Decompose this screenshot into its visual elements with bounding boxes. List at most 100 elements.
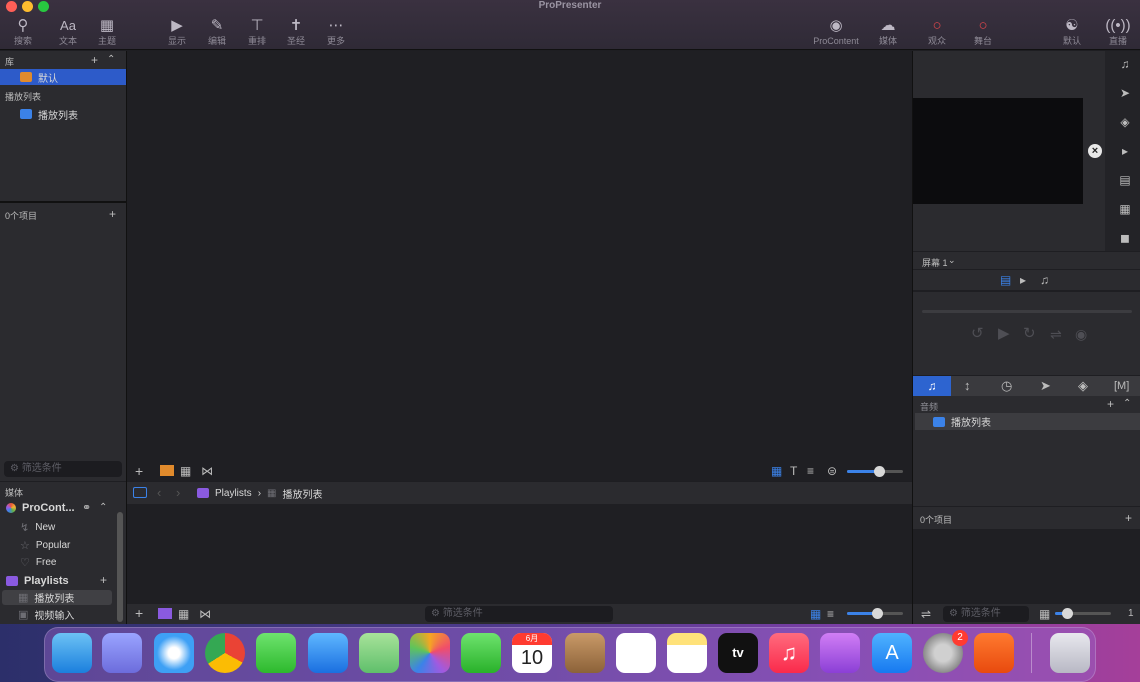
play-icon[interactable]: ▶ <box>998 326 1010 341</box>
layers-icon[interactable]: ◈ <box>1118 115 1132 129</box>
calendar-icon[interactable]: 6月 10 <box>512 633 552 673</box>
app-store-icon[interactable]: A <box>872 633 912 673</box>
text-button[interactable]: Aa 文本 <box>48 16 88 47</box>
rewind-icon[interactable]: ↺ <box>971 326 984 341</box>
announcement-tab-icon[interactable]: ▸ <box>1020 273 1026 287</box>
apple-tv-icon[interactable]: tv <box>718 633 758 673</box>
slides-tab-icon[interactable]: ▤ <box>1000 273 1011 287</box>
chevron-down-icon[interactable]: ⌄ <box>948 255 956 266</box>
media-sidebar-scrollbar[interactable] <box>117 512 123 622</box>
propresenter-icon[interactable] <box>974 633 1014 673</box>
layers-icon[interactable]: ◈ <box>1078 379 1088 393</box>
sidebar-toggle-icon[interactable] <box>133 487 147 498</box>
audio-tab-icon[interactable]: ♫ <box>1040 273 1049 287</box>
media-zoom-slider[interactable] <box>847 608 903 619</box>
notes-icon[interactable] <box>667 633 707 673</box>
bible-button[interactable]: ✝ 圣经 <box>276 16 316 47</box>
audio-filter-input[interactable]: ⚙ 筛选条件 <box>943 606 1029 622</box>
chrome-icon[interactable] <box>205 633 245 673</box>
marker-icon[interactable]: ◉ <box>1075 327 1087 341</box>
timer-icon[interactable]: ◷ <box>1001 379 1012 393</box>
bowtie-icon[interactable]: ⋈ <box>201 464 213 478</box>
contacts-icon[interactable] <box>565 633 605 673</box>
media-button[interactable]: ☁ 媒体 <box>868 16 908 47</box>
add-slide-button[interactable]: + <box>135 464 143 478</box>
search-button[interactable]: ⚲ 搜索 <box>3 16 43 47</box>
media-item-new[interactable]: ↯ New <box>20 519 55 535</box>
show-button[interactable]: ▶ 显示 <box>157 16 197 47</box>
reflow-button[interactable]: ⊤ 重排 <box>237 16 277 47</box>
playlist-item[interactable]: 播放列表 <box>20 106 78 122</box>
theme-button[interactable]: ▦ 主题 <box>87 16 127 47</box>
audio-tab[interactable]: ♫ <box>913 376 951 396</box>
live-button[interactable]: ((•)) 直播 <box>1098 16 1138 47</box>
collapse-audio-icon[interactable]: ⌃ <box>1123 397 1131 411</box>
maps-icon[interactable] <box>359 633 399 673</box>
clear-close-icon[interactable]: × <box>1088 144 1102 158</box>
list-view-icon[interactable]: ≡ <box>827 607 834 621</box>
safari-icon[interactable] <box>154 633 194 673</box>
zoom-fit-icon[interactable]: ⊜ <box>827 464 837 478</box>
music-note-icon[interactable]: ♫ <box>1118 57 1132 71</box>
macro-icon[interactable]: [M] <box>1114 379 1129 393</box>
launchpad-icon[interactable] <box>102 633 142 673</box>
checker-icon[interactable]: ▦ <box>178 607 189 621</box>
trash-icon[interactable] <box>1050 633 1090 673</box>
checker-icon[interactable]: ▦ <box>180 464 191 478</box>
list-view-icon[interactable]: ≡ <box>807 464 814 478</box>
announcement-icon[interactable]: ▸ <box>1118 144 1132 158</box>
audio-volume-slider[interactable] <box>1055 608 1111 619</box>
transport-progress[interactable] <box>922 310 1132 313</box>
music-icon[interactable]: ♫ <box>769 633 809 673</box>
add-presentation-button[interactable]: + <box>109 207 116 221</box>
stage-button[interactable]: ○ 舞台 <box>963 16 1003 47</box>
media-filter-input[interactable]: ⚙ 筛选条件 <box>425 606 613 622</box>
send-icon[interactable]: ➤ <box>1040 379 1051 393</box>
procontent-button[interactable]: ◉ ProContent <box>808 16 864 47</box>
photos-icon[interactable] <box>410 633 450 673</box>
facetime-icon[interactable] <box>461 633 501 673</box>
media-item-popular[interactable]: ☆ Popular <box>20 537 70 553</box>
image-icon[interactable]: ▦ <box>1118 202 1132 216</box>
checker-icon[interactable]: ▦ <box>1039 607 1050 621</box>
media-view-icon[interactable] <box>158 608 172 619</box>
forward-icon[interactable]: › <box>176 486 180 500</box>
media-item-free[interactable]: ♡ Free <box>20 554 56 570</box>
library-item-default[interactable]: 默认 <box>0 69 126 85</box>
procontent-source[interactable]: ProCont... <box>6 500 75 516</box>
media-playlists-section[interactable]: Playlists <box>6 573 69 589</box>
breadcrumb-playlists[interactable]: Playlists <box>215 488 252 499</box>
edit-button[interactable]: ✎ 编辑 <box>197 16 237 47</box>
send-icon[interactable]: ➤ <box>1118 86 1132 100</box>
audience-button[interactable]: ○ 观众 <box>917 16 957 47</box>
forward-icon[interactable]: ↻ <box>1023 326 1036 341</box>
messages-icon[interactable] <box>256 633 296 673</box>
library-view-icon[interactable] <box>160 465 174 476</box>
grid-view-icon[interactable]: ▦ <box>810 607 821 621</box>
zoom-slider[interactable] <box>847 466 903 477</box>
finder-icon[interactable] <box>52 633 92 673</box>
add-media-button[interactable]: + <box>135 606 143 620</box>
mail-icon[interactable] <box>308 633 348 673</box>
add-library-button[interactable]: + <box>91 53 98 67</box>
media-playlist-item[interactable]: ▦ 播放列表 <box>2 590 112 605</box>
grid-view-icon[interactable]: ▦ <box>771 464 782 478</box>
add-audio-playlist-button[interactable]: + <box>1107 397 1114 411</box>
video-input-item[interactable]: ▣ 视频输入 <box>18 607 74 622</box>
podcasts-icon[interactable] <box>820 633 860 673</box>
shuffle-icon[interactable]: ⇌ <box>921 607 931 621</box>
audio-playlist-item[interactable]: 播放列表 <box>915 413 1140 430</box>
back-icon[interactable]: ‹ <box>157 486 161 500</box>
library-filter-input[interactable]: ⚙ 筛选条件 <box>4 461 122 477</box>
camera-icon[interactable]: ◼ <box>1118 231 1132 245</box>
text-view-icon[interactable]: T <box>790 464 797 478</box>
collapse-procontent-icon[interactable]: ⌃ <box>99 501 107 515</box>
shuffle-icon[interactable]: ⇌ <box>1050 327 1062 341</box>
collapse-library-icon[interactable]: ⌃ <box>107 53 115 67</box>
add-audio-button[interactable]: + <box>1125 511 1132 525</box>
add-media-playlist-button[interactable]: + <box>100 573 107 587</box>
more-button[interactable]: ⋯ 更多 <box>316 16 356 47</box>
default-look-button[interactable]: ☯ 默认 <box>1052 16 1092 47</box>
props-icon[interactable]: ▤ <box>1118 173 1132 187</box>
globe-icon[interactable]: ⚭ <box>82 501 91 515</box>
